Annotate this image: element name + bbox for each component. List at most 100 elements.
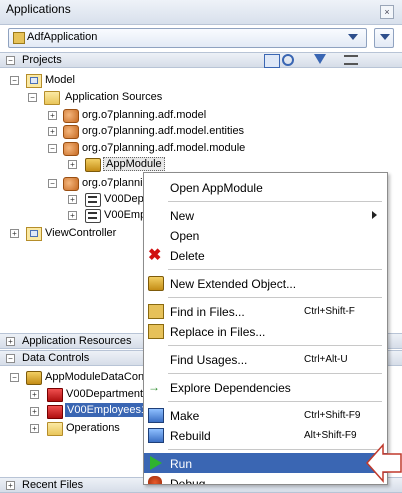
window-title: Applications bbox=[6, 2, 71, 16]
chevron-down-icon bbox=[380, 34, 390, 40]
tree-item-label: org.o7planning.adf.model bbox=[82, 109, 207, 121]
delete-icon: ✖ bbox=[148, 247, 162, 264]
filter-icon[interactable] bbox=[314, 54, 326, 64]
menu-item-replace-in-files[interactable]: Replace in Files... bbox=[144, 321, 387, 341]
dependencies-icon: → bbox=[148, 380, 160, 394]
project-icon bbox=[26, 74, 42, 88]
tree-item-label: V00Department bbox=[66, 388, 144, 400]
menu-separator bbox=[168, 345, 382, 346]
collapse-icon[interactable]: − bbox=[48, 144, 57, 153]
menu-item-new[interactable]: New bbox=[144, 205, 387, 225]
application-menu-button[interactable] bbox=[374, 28, 394, 48]
callout-arrow-icon bbox=[366, 443, 402, 483]
menu-item-label: Make bbox=[170, 409, 200, 423]
close-icon[interactable]: × bbox=[380, 5, 394, 19]
menu-item-label: Run bbox=[170, 457, 193, 471]
menu-separator bbox=[168, 373, 382, 374]
menu-item-make[interactable]: Make Ctrl+Shift-F9 bbox=[144, 405, 387, 425]
menu-item-open[interactable]: Open bbox=[144, 225, 387, 245]
view-object-icon bbox=[85, 193, 101, 207]
collection-icon bbox=[47, 405, 63, 419]
menu-item-find-usages[interactable]: Find Usages... Ctrl+Alt-U bbox=[144, 349, 387, 369]
expand-icon[interactable]: + bbox=[48, 111, 57, 120]
menu-item-run[interactable]: Run bbox=[144, 453, 387, 473]
expand-icon[interactable]: + bbox=[6, 481, 15, 490]
application-icon bbox=[13, 32, 25, 44]
sort-icon[interactable] bbox=[344, 55, 358, 65]
expand-icon[interactable]: + bbox=[68, 195, 77, 204]
menu-item-shortcut: Alt+Shift-F9 bbox=[304, 430, 357, 441]
data-control-icon bbox=[26, 371, 42, 385]
menu-item-delete[interactable]: ✖ Delete bbox=[144, 245, 387, 265]
view-object-icon bbox=[85, 209, 101, 223]
application-module-icon bbox=[85, 158, 101, 172]
tree-item-label: org.o7planning.adf.model.entities bbox=[82, 125, 245, 137]
find-in-files-icon bbox=[148, 304, 164, 319]
menu-item-label: Find in Files... bbox=[170, 305, 245, 319]
menu-item-find-in-files[interactable]: Find in Files... Ctrl+Shift-F bbox=[144, 301, 387, 321]
tree-item-label: org.o7plannin bbox=[82, 177, 149, 189]
collapse-icon[interactable]: − bbox=[28, 93, 37, 102]
folder-icon bbox=[47, 422, 63, 436]
search-icon[interactable] bbox=[282, 54, 294, 66]
expand-icon[interactable]: + bbox=[30, 424, 39, 433]
package-icon bbox=[63, 177, 79, 191]
collapse-icon[interactable]: − bbox=[6, 354, 15, 363]
application-resources-title: Application Resources bbox=[22, 335, 132, 347]
collapse-icon[interactable]: − bbox=[10, 373, 19, 382]
data-controls-title: Data Controls bbox=[22, 352, 90, 364]
menu-item-new-extended-object[interactable]: New Extended Object... bbox=[144, 273, 387, 293]
make-icon bbox=[148, 408, 164, 423]
extended-object-icon bbox=[148, 276, 164, 291]
menu-item-shortcut: Ctrl+Shift-F bbox=[304, 306, 355, 317]
application-selector-value: AdfApplication bbox=[27, 31, 98, 43]
expand-icon[interactable]: + bbox=[68, 160, 77, 169]
expand-icon[interactable]: + bbox=[6, 337, 15, 346]
navigator-display-icon[interactable] bbox=[264, 54, 280, 68]
collection-icon bbox=[47, 388, 63, 402]
tree-item-label: ViewController bbox=[45, 227, 117, 239]
rebuild-icon bbox=[148, 428, 164, 443]
projects-title: Projects bbox=[22, 54, 62, 66]
menu-item-open-appmodule[interactable]: Open AppModule bbox=[144, 177, 387, 197]
menu-item-label: New bbox=[170, 209, 195, 223]
recent-files-title: Recent Files bbox=[22, 479, 84, 491]
tree-item-label: V00Employees1 bbox=[65, 403, 149, 417]
run-icon bbox=[150, 456, 162, 470]
menu-separator bbox=[168, 297, 382, 298]
menu-item-label: Explore Dependencies bbox=[170, 381, 291, 395]
menu-item-label: Rebuild bbox=[170, 429, 211, 443]
tree-item-label: Operations bbox=[66, 422, 120, 434]
tree-item-label: AppModule bbox=[103, 157, 165, 171]
collapse-icon[interactable]: − bbox=[48, 179, 57, 188]
collapse-icon[interactable]: − bbox=[6, 56, 15, 65]
package-icon bbox=[63, 125, 79, 139]
menu-item-label: Open bbox=[170, 229, 200, 243]
menu-item-shortcut: Ctrl+Shift-F9 bbox=[304, 410, 361, 421]
menu-item-label: Delete bbox=[170, 249, 205, 263]
menu-separator bbox=[168, 269, 382, 270]
expand-icon[interactable]: + bbox=[30, 390, 39, 399]
expand-icon[interactable]: + bbox=[10, 229, 19, 238]
menu-item-label: Open AppModule bbox=[170, 181, 263, 195]
menu-item-explore-dependencies[interactable]: → Explore Dependencies bbox=[144, 377, 387, 397]
menu-item-rebuild[interactable]: Rebuild Alt+Shift-F9 bbox=[144, 425, 387, 445]
context-menu: Open AppModule New Open ✖ Delete New Ext… bbox=[143, 172, 388, 485]
menu-separator bbox=[168, 449, 382, 450]
application-selector[interactable]: AdfApplication bbox=[8, 28, 367, 48]
folder-icon bbox=[44, 91, 60, 105]
menu-item-debug[interactable]: Debug bbox=[144, 473, 387, 485]
expand-icon[interactable]: + bbox=[68, 211, 77, 220]
submenu-arrow-icon bbox=[372, 211, 377, 219]
chevron-down-icon bbox=[348, 34, 358, 40]
replace-in-files-icon bbox=[148, 324, 164, 339]
expand-icon[interactable]: + bbox=[30, 407, 39, 416]
tree-item-label: V00Emp bbox=[104, 209, 147, 221]
menu-item-label: Find Usages... bbox=[170, 353, 248, 367]
expand-icon[interactable]: + bbox=[48, 127, 57, 136]
menu-item-label: Debug bbox=[170, 477, 206, 485]
collapse-icon[interactable]: − bbox=[10, 76, 19, 85]
tree-item-label: Model bbox=[45, 74, 75, 86]
project-icon bbox=[26, 227, 42, 241]
projects-section-header[interactable]: − Projects bbox=[0, 52, 402, 68]
